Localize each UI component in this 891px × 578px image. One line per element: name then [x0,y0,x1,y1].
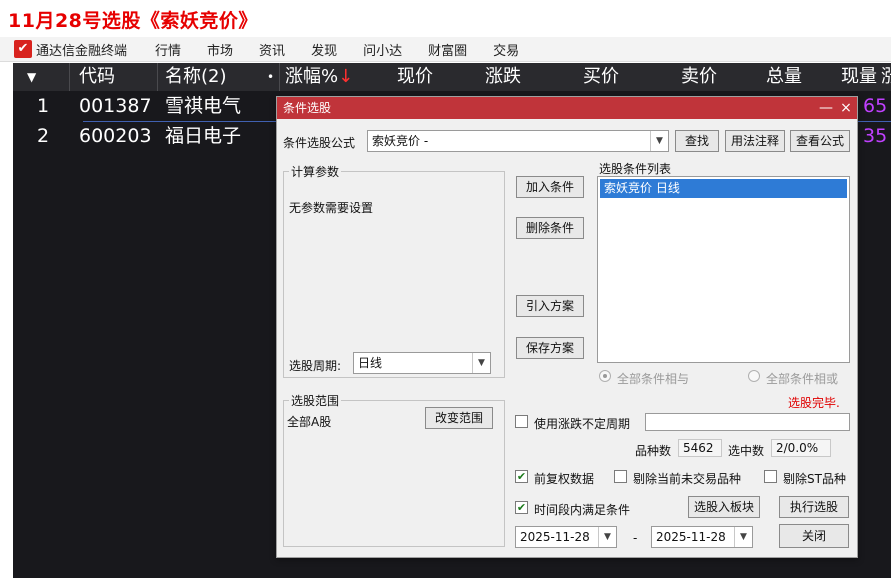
formula-label: 条件选股公式 [283,136,356,150]
row-tail-value: 35 [863,125,888,147]
irregular-period-label: 使用涨跌不定周期 [534,417,631,431]
radio-and[interactable] [599,370,611,382]
radio-or-label: 全部条件相或 [766,372,839,386]
selected-count-value: 2/0.0% [771,439,831,457]
condition-list[interactable]: 索妖竞价 日线 [597,176,850,363]
col-header-volume[interactable]: 总量 [766,63,802,91]
condition-list-label: 选股条件列表 [599,162,672,176]
menu-item-shichang[interactable]: 市场 [207,40,233,59]
find-button[interactable]: 查找 [675,130,719,152]
dialog-title[interactable]: 条件选股 [277,97,857,119]
col-header-ask[interactable]: 卖价 [681,63,717,91]
chevron-down-icon: ▼ [472,353,490,373]
app-logo[interactable]: ✔ 通达信金融终端 [14,40,127,59]
stock-code: 001387 [79,95,152,117]
col-header-name[interactable]: 名称(2) [165,63,227,91]
exclude-st-label: 剔除ST品种 [783,472,846,486]
col-header-change[interactable]: 涨跌 [485,63,521,91]
chevron-down-icon: ▼ [734,527,752,547]
count-value: 5462 [678,439,722,457]
date-to-select[interactable]: 2025-11-28 ▼ [651,526,753,548]
row-index: 1 [37,95,50,117]
col-header-code[interactable]: 代码 [79,63,115,91]
menubar: ✔ 通达信金融终端 行情 市场 资讯 发现 问小达 财富圈 交易 [0,37,891,62]
add-condition-button[interactable]: 加入条件 [516,176,584,198]
condition-select-dialog: 条件选股 — × 条件选股公式 索妖竞价 - ▼ 查找 用法注释 查看公式 计算… [276,96,858,558]
save-plan-button[interactable]: 保存方案 [516,337,584,359]
close-icon[interactable]: × [837,97,855,119]
params-text: 无参数需要设置 [289,201,374,215]
col-header-dot: • [267,70,275,84]
date-separator: - [633,531,638,545]
view-formula-button[interactable]: 查看公式 [790,130,850,152]
sort-toggle-icon[interactable]: ▼ [27,63,36,91]
radio-or[interactable] [748,370,760,382]
count-label: 品种数 [635,444,672,458]
period-condition-label: 时间段内满足条件 [534,503,631,517]
exclude-untraded-label: 剔除当前未交易品种 [633,472,742,486]
irregular-period-input[interactable] [645,413,850,431]
menu-item-wenxiaoda[interactable]: 问小达 [363,40,402,59]
menu-item-hangqing[interactable]: 行情 [155,40,181,59]
period-condition-checkbox[interactable]: ✔ [515,501,528,514]
chevron-down-icon: ▼ [650,131,668,151]
delete-condition-button[interactable]: 删除条件 [516,217,584,239]
menu-item-jiaoyi[interactable]: 交易 [493,40,519,59]
col-header-overflow[interactable]: 涨 [881,63,891,91]
forward-adjust-checkbox[interactable]: ✔ [515,470,528,483]
chevron-down-icon: ▼ [598,527,616,547]
grid-header: ▼ 代码 名称(2) • 涨幅%↓ 现价 涨跌 买价 卖价 总量 现量 涨 [13,63,891,91]
stock-name: 福日电子 [165,125,242,147]
change-range-button[interactable]: 改变范围 [425,407,493,429]
period-label: 选股周期: [289,359,342,373]
col-header-change-pct[interactable]: 涨幅%↓ [285,63,353,91]
col-header-bid[interactable]: 买价 [583,63,619,91]
menu-item-zixun[interactable]: 资讯 [259,40,285,59]
stock-name: 雪祺电气 [165,95,242,117]
row-index: 2 [37,125,50,147]
import-plan-button[interactable]: 引入方案 [516,295,584,317]
range-value: 全部A股 [287,415,332,429]
col-header-price[interactable]: 现价 [397,63,433,91]
list-item[interactable]: 索妖竞价 日线 [600,179,847,198]
sort-desc-icon: ↓ [338,66,354,87]
minimize-icon[interactable]: — [817,97,835,119]
range-group-label: 选股范围 [289,392,342,409]
radio-and-label: 全部条件相与 [617,372,690,386]
app-name: 通达信金融终端 [36,43,128,59]
stock-code: 600203 [79,125,152,147]
close-button[interactable]: 关闭 [779,524,849,548]
menu-item-faxian[interactable]: 发现 [311,40,337,59]
tdx-logo-icon: ✔ [14,40,32,58]
col-header-cur-volume[interactable]: 现量 [841,63,877,91]
selected-count-label: 选中数 [728,444,765,458]
forward-adjust-label: 前复权数据 [534,472,595,486]
exclude-untraded-checkbox[interactable] [614,470,627,483]
page-caption: 11月28号选股《索妖竞价》 [8,10,258,32]
date-from-select[interactable]: 2025-11-28 ▼ [515,526,617,548]
status-text: 选股完毕. [788,396,840,410]
exclude-st-checkbox[interactable] [764,470,777,483]
add-to-block-button[interactable]: 选股入板块 [688,496,760,518]
params-group-label: 计算参数 [289,163,342,180]
formula-select[interactable]: 索妖竞价 - ▼ [367,130,669,152]
execute-select-button[interactable]: 执行选股 [779,496,849,518]
row-tail-value: 65 [863,95,888,117]
period-select[interactable]: 日线 ▼ [353,352,491,374]
menu-item-caifuquan[interactable]: 财富圈 [428,40,467,59]
usage-notes-button[interactable]: 用法注释 [725,130,785,152]
irregular-period-checkbox[interactable] [515,415,528,428]
